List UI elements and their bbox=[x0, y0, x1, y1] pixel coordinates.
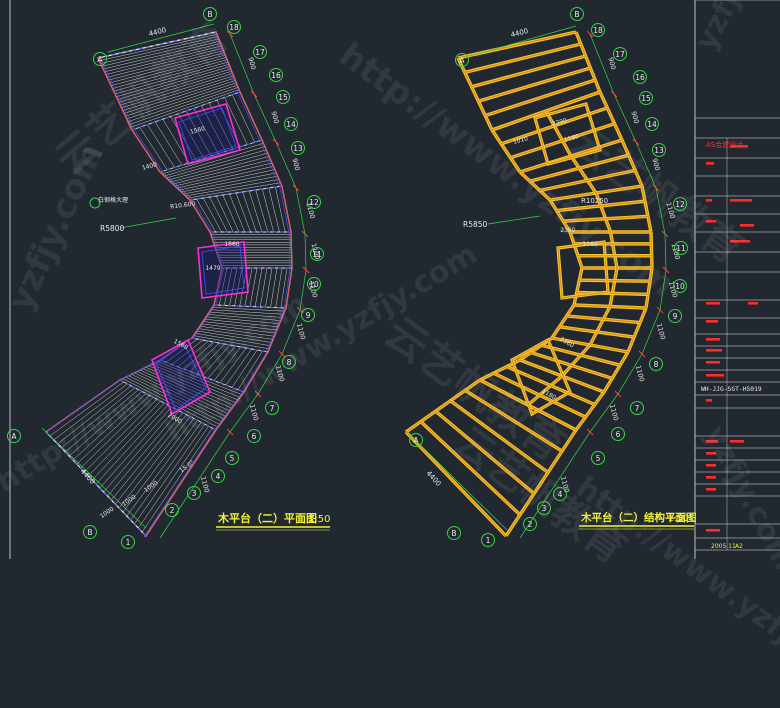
axis-bubble-A-label: A bbox=[97, 55, 103, 64]
axis-bubble-6-label: 6 bbox=[616, 430, 621, 439]
left-plan-scale-text: 1:50 bbox=[308, 514, 330, 525]
axis-bubble-3-label: 3 bbox=[542, 504, 547, 513]
axis-bubble-16-label: 16 bbox=[635, 73, 645, 82]
axis-bubble-3-label: 3 bbox=[192, 489, 197, 498]
axis-bubble-2-label: 2 bbox=[170, 506, 175, 515]
title-block-label-mark bbox=[706, 476, 716, 479]
axis-bubble-13-label: 13 bbox=[293, 144, 303, 153]
title-block-label-mark bbox=[706, 349, 722, 352]
axis-bubble-15-label: 15 bbox=[278, 93, 288, 102]
axis-bubble-2-label: 2 bbox=[528, 520, 533, 529]
axis-bubble-B-label: B bbox=[451, 529, 456, 538]
title-block-label-mark bbox=[706, 488, 716, 491]
title-block-label-mark bbox=[706, 220, 716, 223]
axis-bubble-14-label: 14 bbox=[647, 120, 657, 129]
deck-plan-drawing: 9009009001100110011001100110011001100181… bbox=[0, 0, 780, 559]
axis-bubble-10-label: 10 bbox=[675, 282, 685, 291]
axis-bubble-14-label: 14 bbox=[286, 120, 296, 129]
title-block-label-mark bbox=[706, 199, 712, 202]
title-block-label-mark bbox=[706, 440, 718, 443]
left-plan-title-text: 木平台（二）平面图 bbox=[217, 511, 317, 525]
axis-bubble-17-label: 17 bbox=[255, 48, 265, 57]
axis-bubble-B-label: B bbox=[87, 528, 92, 537]
sheet-size: A2 bbox=[735, 543, 743, 550]
material-callout: 白钢格大理 bbox=[98, 196, 128, 204]
axis-bubble-9-label: 9 bbox=[306, 311, 311, 320]
axis-bubble-A-label: A bbox=[11, 432, 17, 441]
axis-bubble-1-label: 1 bbox=[126, 538, 131, 547]
axis-bubble-B-label: B bbox=[207, 10, 212, 19]
title-block-label-mark bbox=[706, 464, 716, 467]
drawing-date: 2005.11 bbox=[711, 543, 736, 550]
title-block-label-mark bbox=[706, 338, 720, 341]
title-block-label-mark bbox=[706, 374, 724, 377]
right-radius-label-2: R10250 bbox=[581, 197, 608, 205]
axis-bubble-13-label: 13 bbox=[654, 146, 664, 155]
axis-bubble-11-label: 11 bbox=[676, 244, 686, 253]
cad-drawing-canvas: 900 900 900 1100 1100 1100 1100 1100 1100 1100 18 1… bbox=[0, 0, 780, 708]
axis-bubble-7-label: 7 bbox=[635, 404, 640, 413]
drawing-number: WH-JJG-SGT-HS019 bbox=[701, 386, 762, 393]
right-plan-title: 木平台（二）结构平面图 1:50 bbox=[579, 511, 697, 530]
title-block-label-mark bbox=[730, 199, 752, 202]
inner-dim-text: 1479 bbox=[205, 265, 220, 272]
axis-bubble-8-label: 8 bbox=[654, 360, 659, 369]
right-radius-label: R5850 bbox=[463, 220, 488, 229]
title-block-label-mark bbox=[706, 302, 720, 305]
axis-bubble-B-label: B bbox=[574, 10, 579, 19]
axis-bubble-8-label: 8 bbox=[287, 358, 292, 367]
inner-dim-text: 1160 bbox=[582, 241, 597, 248]
title-block-label-mark bbox=[706, 162, 714, 165]
axis-bubble-4-label: 4 bbox=[216, 472, 221, 481]
axis-bubble-17-label: 17 bbox=[615, 50, 625, 59]
title-block-label-mark bbox=[748, 302, 758, 305]
inner-dim-text: 2360 bbox=[560, 227, 575, 234]
axis-bubble-16-label: 16 bbox=[271, 71, 281, 80]
axis-bubble-15-label: 15 bbox=[641, 94, 651, 103]
axis-bubble-5-label: 5 bbox=[230, 454, 235, 463]
axis-bubble-18-label: 18 bbox=[229, 23, 239, 32]
left-radius-label: R5800 bbox=[100, 224, 125, 233]
title-block-label-mark bbox=[706, 361, 720, 364]
right-plan-scale-text: 1:50 bbox=[668, 514, 688, 524]
axis-bubble-1-label: 1 bbox=[486, 536, 491, 545]
inner-dim-text: 1560 bbox=[224, 241, 239, 248]
axis-bubble-12-label: 12 bbox=[675, 200, 685, 209]
axis-bubble-5-label: 5 bbox=[596, 454, 601, 463]
axis-bubble-11-label: 11 bbox=[312, 250, 322, 259]
title-block-label-mark bbox=[740, 224, 754, 227]
title-block-label-mark bbox=[706, 399, 712, 402]
title-block-label-mark bbox=[706, 529, 720, 532]
axis-bubble-7-label: 7 bbox=[270, 404, 275, 413]
title-block-label-mark bbox=[706, 452, 716, 455]
firm-name: AS合建设计 bbox=[706, 140, 743, 149]
axis-bubble-4-label: 4 bbox=[558, 490, 563, 499]
axis-bubble-18-label: 18 bbox=[593, 26, 603, 35]
axis-bubble-9-label: 9 bbox=[673, 312, 678, 321]
axis-bubble-10-label: 10 bbox=[309, 280, 319, 289]
axis-bubble-A-label: A bbox=[459, 56, 465, 65]
title-block-label-mark bbox=[706, 320, 718, 323]
axis-bubble-12-label: 12 bbox=[309, 198, 319, 207]
left-plan-title: 木平台（二）平面图 1:50 bbox=[216, 511, 330, 531]
title-block-label-mark bbox=[730, 240, 750, 243]
axis-bubble-6-label: 6 bbox=[252, 432, 257, 441]
title-block-label-mark bbox=[730, 440, 744, 443]
